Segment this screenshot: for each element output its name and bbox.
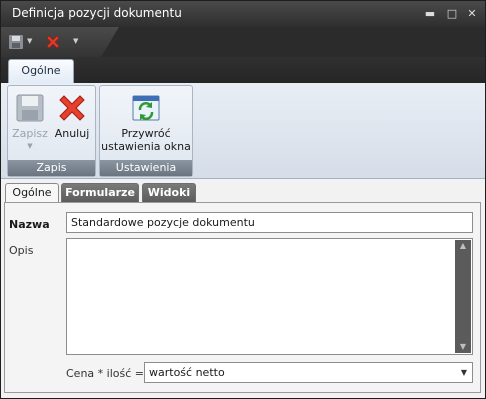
ribbon-group-window-settings: Przywróć ustawienia okna Ustawienia okie… — [99, 85, 193, 190]
save-button[interactable]: Zapisz ▼ — [10, 92, 50, 153]
description-field[interactable]: ▲ ▼ — [66, 238, 473, 355]
scroll-up-icon[interactable]: ▲ — [455, 240, 471, 252]
tab-general[interactable]: Ogólne — [5, 183, 59, 204]
name-field[interactable]: Standardowe pozycje dokumentu — [66, 212, 473, 233]
cancel-button-label: Anuluj — [54, 127, 90, 140]
chevron-down-icon[interactable]: ▼ — [27, 37, 32, 45]
chevron-down-icon: ▼ — [27, 142, 33, 150]
ribbon-tab-bar: Ogólne — [1, 57, 485, 83]
window-title: Definicja pozycji dokumentu — [12, 6, 182, 20]
ribbon: Zapisz ▼ Anuluj Zapis Przywróć ustawieni… — [1, 83, 485, 190]
ribbon-group-caption: Ustawienia okien — [100, 160, 192, 190]
description-scrollbar[interactable]: ▲ ▼ — [455, 240, 471, 353]
name-label: Nazwa — [9, 218, 50, 231]
price-select[interactable]: wartość netto ▼ — [144, 362, 473, 383]
price-label: Cena * ilość = — [66, 367, 144, 380]
tab-forms[interactable]: Formularze — [61, 183, 139, 203]
customize-toolbar-icon[interactable]: ▼ — [73, 37, 78, 45]
cancel-icon — [59, 95, 85, 121]
cancel-button[interactable]: Anuluj — [52, 92, 92, 140]
description-label: Opis — [9, 244, 34, 257]
ribbon-tab-general[interactable]: Ogólne — [8, 59, 74, 83]
save-icon[interactable] — [8, 34, 24, 50]
save-button-label: Zapisz — [12, 127, 48, 140]
chevron-down-icon[interactable]: ▼ — [458, 363, 470, 383]
ribbon-group-caption: Zapis — [8, 160, 95, 176]
restore-window-settings-button[interactable]: Przywróć ustawienia okna — [101, 92, 191, 153]
maximize-icon[interactable]: □ — [443, 5, 461, 23]
price-select-value: wartość netto — [149, 366, 225, 379]
minimize-icon[interactable]: ▬ — [421, 5, 439, 23]
restore-icon — [132, 95, 160, 121]
ribbon-group-save: Zapisz ▼ Anuluj Zapis — [7, 85, 96, 177]
close-icon[interactable]: ✕ — [463, 5, 481, 23]
scroll-down-icon[interactable]: ▼ — [455, 341, 471, 353]
quick-access-toolbar: ▼ ▼ — [1, 27, 485, 57]
content-area: Ogólne Formularze Widoki Nazwa Standardo… — [1, 179, 485, 398]
cancel-icon[interactable] — [45, 34, 61, 50]
restore-button-label: Przywróć ustawienia okna — [101, 127, 191, 153]
save-icon — [16, 94, 44, 122]
title-bar: Definicja pozycji dokumentu ▬ □ ✕ — [1, 1, 485, 27]
quick-access-panel: ▼ ▼ — [1, 27, 119, 57]
window: Definicja pozycji dokumentu ▬ □ ✕ ▼ ▼ Og… — [0, 0, 486, 399]
tab-views[interactable]: Widoki — [142, 183, 196, 203]
general-panel: Nazwa Standardowe pozycje dokumentu Opis… — [4, 202, 481, 393]
